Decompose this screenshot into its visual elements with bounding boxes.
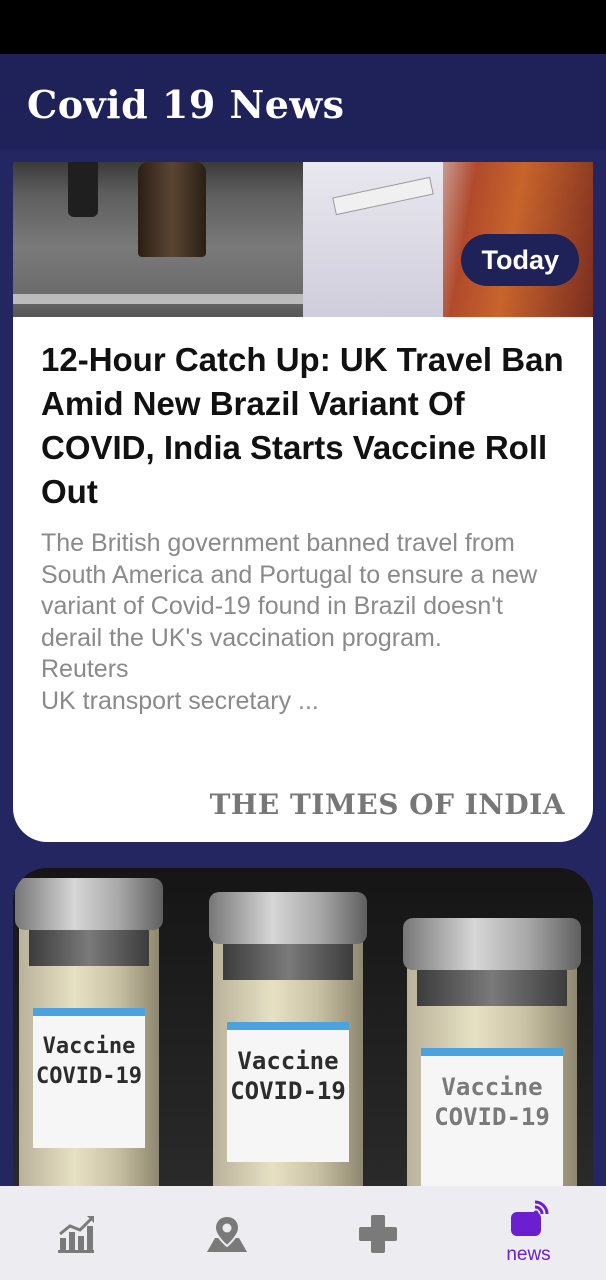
bottom-navigation: news <box>0 1186 606 1280</box>
date-badge: Today <box>461 234 579 286</box>
medical-cross-icon <box>358 1215 397 1253</box>
nav-item-map[interactable] <box>151 1186 302 1280</box>
news-broadcast-icon <box>510 1200 548 1236</box>
vial-label: Vaccine COVID-19 <box>421 1048 563 1186</box>
nav-item-health[interactable] <box>302 1186 453 1280</box>
airport-photo <box>13 162 303 317</box>
news-card-summary: The British government banned travel fro… <box>41 529 538 715</box>
news-feed[interactable]: Today 12-Hour Catch Up: UK Travel Ban Am… <box>0 150 606 1186</box>
vial-label: Vaccine COVID-19 <box>227 1022 349 1162</box>
vaccine-vial: Vaccine COVID-19 <box>15 878 163 1186</box>
news-card-source: THE TIMES OF INDIA <box>209 788 565 821</box>
news-card-title[interactable]: 12-Hour Catch Up: UK Travel Ban Amid New… <box>41 338 571 514</box>
app-title: Covid 19 News <box>27 82 345 127</box>
map-pin-icon <box>206 1214 247 1252</box>
news-card[interactable]: Vaccine COVID-19 Vaccine COVID-19 Vaccin… <box>13 868 593 1186</box>
vaccine-vial: Vaccine COVID-19 <box>209 892 367 1186</box>
app-header: Covid 19 News <box>0 54 606 150</box>
vial-label: Vaccine COVID-19 <box>33 1008 145 1148</box>
stats-chart-icon <box>57 1216 94 1253</box>
news-card[interactable]: Today 12-Hour Catch Up: UK Travel Ban Am… <box>13 162 593 842</box>
status-bar <box>0 0 606 54</box>
nav-item-stats[interactable] <box>0 1186 151 1280</box>
vaccine-vial: Vaccine COVID-19 <box>403 918 581 1186</box>
nav-label-news: news <box>506 1244 551 1265</box>
news-card-image: Today <box>13 162 593 317</box>
nav-item-news[interactable]: news <box>453 1186 604 1280</box>
